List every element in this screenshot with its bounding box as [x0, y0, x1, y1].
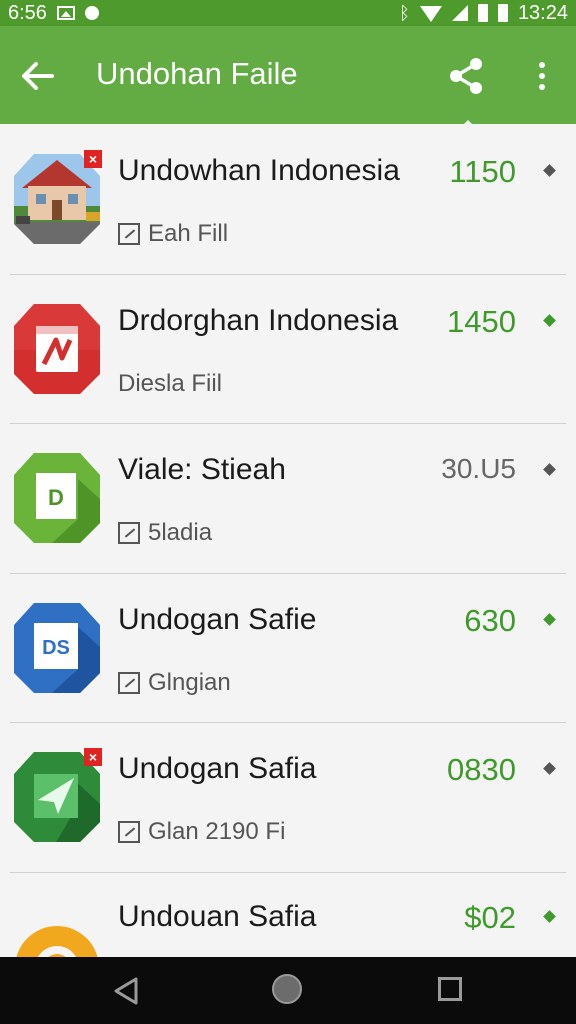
diamond-icon: [543, 314, 556, 327]
file-list: × Undowhan Indonesia Eah Fill 1150 Drdor…: [0, 124, 576, 957]
app-bar: Undohan Faile: [0, 26, 576, 124]
delete-badge-icon[interactable]: ×: [84, 748, 102, 766]
diamond-icon: [543, 164, 556, 177]
item-title: Undogan Safie: [118, 603, 317, 636]
more-options-button[interactable]: [522, 54, 562, 98]
ds-letters: DS: [42, 637, 70, 659]
item-value: 630: [464, 603, 516, 638]
item-subtitle: 5ladia: [148, 519, 213, 546]
item-title: Undouan Safia: [118, 900, 317, 933]
item-subtitle-row: 5ladia: [118, 519, 212, 547]
system-nav-bar: [0, 957, 576, 1024]
share-pointer: [456, 120, 480, 132]
item-subtitle: Glngian: [148, 669, 231, 696]
more-vert-icon: [539, 62, 545, 68]
bluetooth-icon: ᛒ: [399, 3, 410, 23]
orange-ring-icon: [12, 898, 102, 957]
blue-ds-icon: DS: [12, 599, 102, 695]
notification-dot-icon: [84, 6, 99, 20]
item-subtitle: Eah Fill: [148, 220, 229, 247]
green-doc-icon: D: [12, 449, 102, 545]
diamond-icon: [543, 910, 556, 923]
list-item[interactable]: × Undowhan Indonesia Eah Fill 1150: [0, 124, 576, 274]
item-value: 1150: [449, 154, 516, 189]
list-item[interactable]: × Undogan Safia Glan 2190 Fi 0830: [0, 722, 576, 872]
item-value: 30.U5: [441, 453, 516, 484]
item-value: $02: [464, 900, 516, 935]
list-item[interactable]: Undouan Safia $02: [0, 872, 576, 957]
share-button[interactable]: [444, 54, 488, 98]
diamond-icon: [543, 762, 556, 775]
status-time-right: 13:24: [517, 2, 568, 24]
status-bar: 6:56 ᛒ 13:24: [0, 0, 576, 26]
item-subtitle-row: Glan 2190 Fi: [118, 818, 285, 846]
battery-icon: [497, 4, 508, 22]
red-pdf-icon: [12, 300, 102, 396]
wifi-icon: [419, 6, 442, 22]
file-type-icon: [118, 522, 140, 544]
item-title: Viale: Stieah: [118, 453, 286, 486]
doc-letter: D: [48, 485, 64, 510]
item-title: Drdorghan Indonesia: [118, 304, 399, 337]
item-subtitle-row: Diesla Fiil: [118, 370, 222, 398]
nav-back-icon: [114, 977, 138, 1005]
diamond-icon: [543, 613, 556, 626]
arrow-back-icon: [22, 62, 54, 90]
delete-badge-icon[interactable]: ×: [84, 150, 102, 168]
status-time-left: 6:56: [8, 2, 47, 24]
share-icon: [450, 58, 482, 94]
nav-home-icon[interactable]: [272, 974, 302, 1004]
item-subtitle: Glan 2190 Fi: [148, 818, 286, 845]
diamond-icon: [543, 463, 556, 476]
file-type-icon: [118, 672, 140, 694]
item-subtitle: Diesla Fiil: [118, 370, 223, 397]
image-icon: [56, 6, 75, 20]
list-item[interactable]: Drdorghan Indonesia Diesla Fiil 1450: [0, 274, 576, 424]
back-button[interactable]: [18, 56, 58, 96]
item-value: 1450: [447, 304, 516, 339]
list-item[interactable]: D Viale: Stieah 5ladia 30.U5: [0, 423, 576, 573]
nav-back-button[interactable]: [110, 975, 142, 1007]
signal-icon: [451, 5, 468, 21]
battery-icon: [477, 4, 488, 22]
nav-recents-icon[interactable]: [438, 977, 462, 1001]
file-type-icon: [118, 821, 140, 843]
page-title: Undohan Faile: [96, 56, 298, 91]
item-value: 0830: [447, 752, 516, 787]
file-type-icon: [118, 223, 140, 245]
list-item[interactable]: DS Undogan Safie Glngian 630: [0, 573, 576, 723]
item-subtitle-row: Glngian: [118, 669, 231, 697]
item-subtitle-row: Eah Fill: [118, 220, 228, 248]
item-title: Undowhan Indonesia: [118, 154, 400, 187]
item-title: Undogan Safia: [118, 752, 317, 785]
